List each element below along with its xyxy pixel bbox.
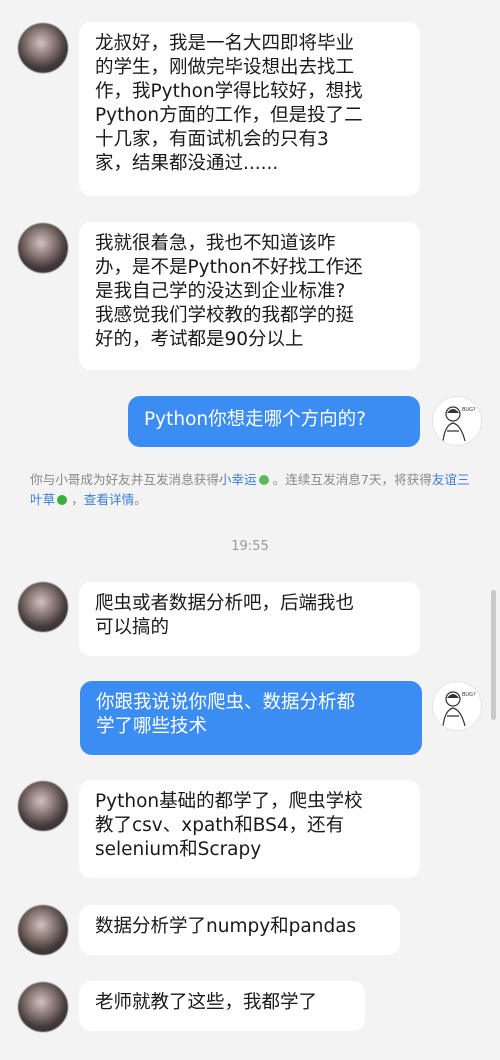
sprout-icon (258, 474, 269, 485)
incoming-message[interactable]: 数据分析学了numpy和pandas (79, 905, 400, 955)
clover-icon (57, 494, 68, 505)
incoming-message[interactable]: 龙叔好，我是一名大四即将毕业 的学生，刚做完毕设想出去找工 作，我Python学… (79, 22, 420, 196)
sketch-figure-icon: BUG? (442, 406, 476, 442)
user-avatar[interactable]: BUG? (432, 396, 482, 446)
view-details-link[interactable]: 查看详情 (84, 492, 134, 507)
scrollbar-thumb[interactable] (491, 590, 496, 720)
user-avatar[interactable]: BUG? (432, 681, 482, 731)
contact-avatar[interactable] (18, 781, 68, 831)
avatar-badge-text: BUG? (462, 407, 476, 413)
contact-avatar[interactable] (18, 23, 68, 73)
incoming-message[interactable]: 爬虫或者数据分析吧，后端我也 可以搞的 (79, 582, 420, 656)
sketch-figure-icon: BUG? (442, 691, 476, 727)
timestamp: 19:55 (231, 539, 269, 554)
contact-avatar[interactable] (18, 223, 68, 273)
avatar-badge-text: BUG? (462, 692, 476, 698)
contact-avatar[interactable] (18, 905, 68, 955)
contact-avatar[interactable] (18, 982, 68, 1032)
notice-text: 你与小哥成为好友并互发消息获得 (30, 472, 219, 487)
outgoing-message[interactable]: Python你想走哪个方向的? (128, 396, 420, 447)
chat-window: 龙叔好，我是一名大四即将毕业 的学生，刚做完毕设想出去找工 作，我Python学… (0, 0, 500, 1060)
notice-text: 。连续互发消息7天，将获得 (272, 472, 432, 487)
contact-avatar[interactable] (18, 582, 68, 632)
notice-text: 。 (134, 492, 147, 507)
lucky-link[interactable]: 小幸运 (219, 472, 257, 487)
outgoing-message[interactable]: 你跟我说说你爬虫、数据分析都 学了哪些技术 (80, 681, 422, 755)
system-notice: 你与小哥成为好友并互发消息获得小幸运 。连续互发消息7天，将获得友谊三叶草 ，查看详… (30, 470, 470, 510)
incoming-message[interactable]: 老师就教了这些，我都学了 (79, 981, 365, 1031)
notice-text: ， (71, 492, 84, 507)
incoming-message[interactable]: Python基础的都学了，爬虫学校 教了csv、xpath和BS4，还有 sel… (79, 780, 420, 878)
incoming-message[interactable]: 我就很着急，我也不知道该咋 办，是不是Python不好找工作还 是我自己学的没达… (79, 222, 420, 370)
